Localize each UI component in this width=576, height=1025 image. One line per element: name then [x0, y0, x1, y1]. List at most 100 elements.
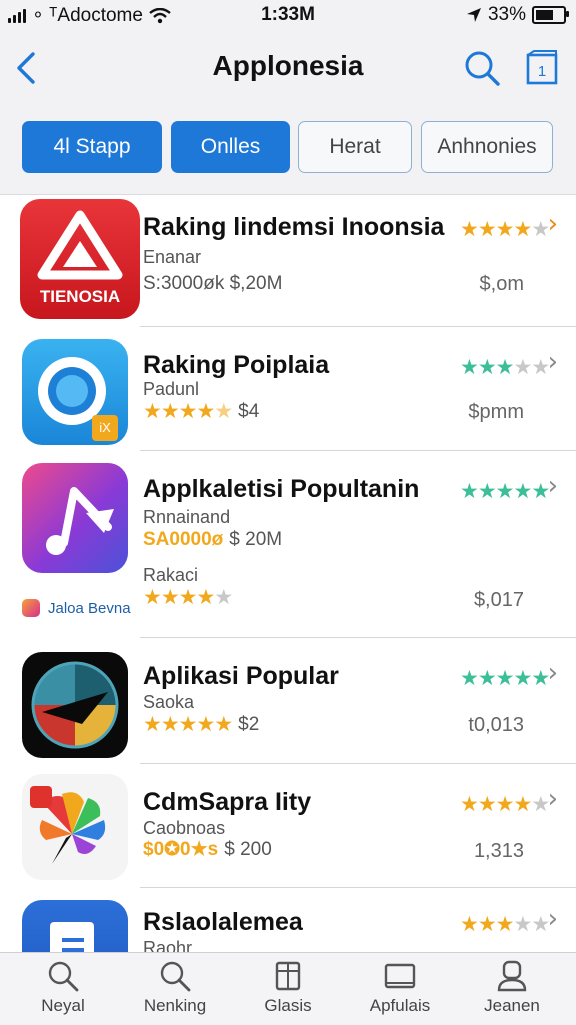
app-meta-stars: ★★★★★ [143, 585, 233, 610]
list-item[interactable]: Jaloa Bevna Applkaletisi Popultanin Rnna… [0, 451, 576, 638]
star-icon: ★ [513, 218, 532, 241]
tab-nenking[interactable]: Nenking [120, 959, 230, 1016]
star-icon: ★ [477, 480, 497, 503]
app-name: Applkaletisi Popultanin [143, 475, 420, 503]
battery-fill [536, 10, 553, 20]
chevron-right-icon[interactable]: › [548, 347, 558, 377]
star-icon: ★ [495, 480, 515, 503]
filter-chip-anhnonies[interactable]: Anhnonies [421, 121, 553, 173]
star-icon: ★ [495, 793, 515, 816]
star-icon: ★ [531, 667, 550, 690]
app-meta: ★★★★★ $2 [143, 712, 259, 737]
chevron-right-icon[interactable]: › [548, 904, 558, 934]
tab-label: Nenking [143, 996, 207, 1015]
star-icon: ★ [214, 400, 233, 423]
app-price: 1,313 [473, 840, 524, 862]
list-item[interactable]: iX Raking Poiplaia Padunl ★★★★★ $4 ★★★★★ … [0, 327, 576, 451]
app-icon [22, 774, 128, 880]
star-icon: ★ [531, 218, 550, 241]
app-meta-highlight: $0✪0★s [143, 839, 219, 860]
app-meta-text: S:3000øk $,20M [143, 273, 283, 294]
star-icon: ★ [143, 400, 162, 423]
star-icon: ★ [460, 480, 479, 503]
battery-icon [532, 6, 569, 24]
filter-chip-onlles[interactable]: Onlles [171, 121, 290, 173]
list-item[interactable]: CdmSapra Iity Caobnoas $0✪0★s $ 200 ★★★★★… [0, 764, 576, 888]
app-caption-text: Jaloa Bevna [48, 599, 131, 617]
star-icon: ★ [477, 793, 497, 816]
page-button[interactable]: 1 [524, 50, 560, 86]
star-icon: ★ [460, 667, 479, 690]
app-price: $,om [479, 273, 524, 295]
app-subtitle: Caobnoas [143, 818, 226, 838]
tab-label: Glasis [264, 996, 312, 1015]
tab-apfulais[interactable]: Apfulais [345, 959, 455, 1016]
instagram-icon [22, 599, 40, 617]
rating-stars: ★★★★★ [460, 912, 550, 937]
chevron-right-icon[interactable]: › [548, 209, 558, 239]
star-icon: ★ [160, 400, 180, 423]
app-meta: ★★★★★ $4 [143, 399, 259, 424]
app-name: CdmSapra Iity [143, 788, 312, 816]
star-icon: ★ [531, 913, 550, 936]
tab-jeanen[interactable]: Jeanen [457, 959, 567, 1016]
status-right: 33% [466, 4, 569, 26]
star-icon: ★ [460, 218, 479, 241]
app-subtitle: Padunl [143, 379, 200, 399]
chevron-right-icon[interactable]: › [548, 658, 558, 688]
app-icon [22, 900, 128, 952]
app-meta: $0✪0★s $ 200 [143, 838, 272, 861]
navigation-bar: Applonesia 1 [0, 32, 576, 104]
app-name: Raking Poiplaia [143, 351, 330, 379]
app-icon [22, 463, 128, 573]
app-meta-secondary: ★★★★★ [143, 585, 233, 610]
star-icon: ★ [513, 480, 532, 503]
svg-text:1: 1 [538, 63, 546, 80]
chevron-right-icon[interactable]: › [548, 784, 558, 814]
document-icon [50, 922, 94, 952]
filter-bar: 4l Stapp Onlles Herat Anhnonies [0, 104, 576, 195]
rating-stars: ★★★★★ [460, 479, 550, 504]
status-bar: ∘ ᵀAdoctome 1:33M 33% [0, 0, 576, 32]
tab-bar: Neyal Nenking Glasis Apfulais Jeanen [0, 952, 576, 1025]
app-price: t0,013 [468, 714, 524, 736]
app-meta-highlight: SA0000ø [143, 529, 224, 550]
star-icon: ★ [196, 400, 215, 423]
app-name: Raking lindemsi Inoonsia [143, 213, 445, 241]
app-subtitle: Enanar [143, 247, 202, 267]
star-icon: ★ [513, 356, 532, 379]
tab-label: Jeanen [484, 996, 540, 1015]
app-name: Aplikasi Popular [143, 662, 339, 690]
search-icon [160, 961, 191, 992]
app-icon [22, 652, 128, 758]
chevron-right-icon[interactable]: › [548, 471, 558, 501]
app-meta: SA0000ø $ 20M [143, 529, 282, 551]
star-icon: ★ [495, 218, 515, 241]
app-price: $,017 [473, 589, 524, 611]
star-icon: ★ [143, 586, 162, 609]
app-icon: TIENOSIA [20, 199, 140, 319]
list-item[interactable]: Aplikasi Popular Saoka ★★★★★ $2 ★★★★★ › t… [0, 638, 576, 764]
search-button[interactable] [462, 48, 502, 88]
star-icon: ★ [196, 713, 215, 736]
star-icon: ★ [160, 586, 180, 609]
tab-glasis[interactable]: Glasis [233, 959, 343, 1016]
tab-neyal[interactable]: Neyal [8, 959, 118, 1016]
star-icon: ★ [214, 713, 233, 736]
rating-stars: ★★★★★ [460, 217, 550, 242]
star-icon: ★ [531, 480, 550, 503]
list-item[interactable]: TIENOSIA Raking lindemsi Inoonsia Enanar… [0, 195, 576, 327]
star-icon: ★ [513, 667, 532, 690]
star-icon: ★ [477, 218, 497, 241]
star-icon: ★ [460, 913, 479, 936]
tab-label: Apfulais [369, 996, 431, 1015]
app-badge: iX [92, 415, 118, 441]
app-price: $pmm [468, 401, 524, 423]
list-item[interactable]: Rslaolalemea Raohr ★★★★★ › [0, 888, 576, 952]
star-icon: ★ [196, 586, 215, 609]
filter-chip-herat[interactable]: Herat [298, 121, 412, 173]
rating-stars: ★★★★★ [460, 666, 550, 691]
profile-icon [497, 960, 527, 992]
star-icon: ★ [531, 356, 550, 379]
filter-chip-stapp[interactable]: 4l Stapp [22, 121, 162, 173]
